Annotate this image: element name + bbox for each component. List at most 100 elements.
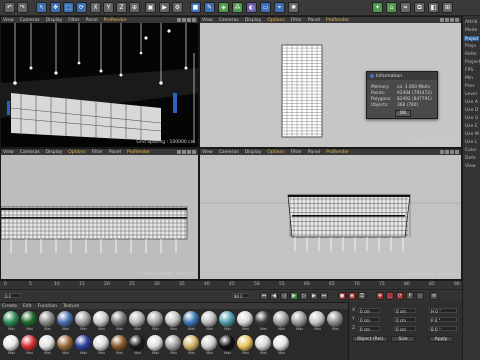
rotate-view-icon[interactable]: [187, 150, 191, 154]
viewport-menu-prorender[interactable]: ProRender: [326, 18, 349, 23]
rotate-icon[interactable]: ⟳: [76, 2, 87, 13]
material-swatch[interactable]: [273, 335, 289, 351]
material-swatch[interactable]: [219, 311, 235, 327]
move-view-icon[interactable]: [177, 150, 181, 154]
rotation-field[interactable]: P 0 °: [429, 317, 457, 323]
viewport-menu-panel[interactable]: Panel: [85, 18, 97, 23]
array-icon[interactable]: ⁂: [232, 2, 243, 13]
timeline-layout-button[interactable]: ≡: [430, 292, 438, 300]
rotation-field[interactable]: B 0 °: [429, 326, 457, 332]
viewport-navigation[interactable]: [440, 17, 459, 23]
viewport-menu-view[interactable]: View: [202, 18, 213, 23]
pla-key-button[interactable]: ⁘: [416, 292, 424, 300]
material-menu-edit[interactable]: Edit: [23, 304, 32, 309]
snap-icon[interactable]: ⌗: [400, 2, 411, 13]
apply-button[interactable]: Apply: [429, 336, 453, 342]
viewport-menu-prorender[interactable]: ProRender: [104, 18, 127, 23]
timeline-ruler[interactable]: 0 5 10 15 20 25 30 35 40 45 50 55 60 65 70 75 80 85 90: [0, 281, 462, 290]
move-icon[interactable]: ✥: [50, 2, 61, 13]
material-swatch[interactable]: [39, 335, 55, 351]
material-swatch[interactable]: [93, 335, 109, 351]
material-swatch[interactable]: [255, 311, 271, 327]
pen-icon[interactable]: ✎: [204, 2, 215, 13]
position-field[interactable]: 0 cm: [358, 326, 380, 332]
deformer-icon[interactable]: ◐: [246, 2, 257, 13]
redo-icon[interactable]: ↷: [17, 2, 28, 13]
prev-frame-button[interactable]: ◁: [280, 292, 288, 300]
autokey-button[interactable]: ◉: [348, 292, 356, 300]
rotation-key-button[interactable]: ⟳: [396, 292, 404, 300]
sculpt-icon[interactable]: ✦: [372, 2, 383, 13]
light-icon[interactable]: ✺: [288, 2, 299, 13]
rotate-view-icon[interactable]: [187, 18, 191, 22]
information-dialog[interactable]: Information Memory: ca. 3 000 Mbits Poin…: [366, 71, 438, 119]
material-swatch[interactable]: [219, 335, 235, 351]
material-swatch[interactable]: [21, 311, 37, 327]
render-settings-icon[interactable]: ⚙: [172, 2, 183, 13]
viewport-menu-cameras[interactable]: Cameras: [20, 18, 40, 23]
material-swatch[interactable]: [3, 311, 19, 327]
material-swatch[interactable]: [129, 311, 145, 327]
material-swatch[interactable]: [57, 311, 73, 327]
zoom-view-icon[interactable]: [445, 18, 449, 22]
current-frame-field[interactable]: 0 F: [3, 293, 21, 299]
viewport-menu-view[interactable]: View: [202, 150, 213, 155]
position-field[interactable]: 0 cm: [358, 317, 380, 323]
material-swatch[interactable]: [111, 335, 127, 351]
undo-icon[interactable]: ↶: [4, 2, 15, 13]
material-swatch[interactable]: [93, 311, 109, 327]
ok-button[interactable]: OK: [395, 110, 411, 117]
keyframe-selection-button[interactable]: ⚿: [358, 292, 366, 300]
dialog-title-bar[interactable]: Information: [367, 72, 437, 80]
live-select-icon[interactable]: ↖: [36, 2, 47, 13]
viewport-menu-filter[interactable]: Filter: [291, 18, 302, 23]
material-swatch[interactable]: [309, 311, 325, 327]
layout-icon[interactable]: ⌂: [386, 2, 397, 13]
material-swatch[interactable]: [183, 311, 199, 327]
world-axis-icon[interactable]: ⊕: [129, 2, 140, 13]
material-swatch[interactable]: [201, 335, 217, 351]
material-manager[interactable]: Create Edit Function Texture Mat Mat Mat Mat Ma…: [0, 302, 348, 360]
viewport-menu-display[interactable]: Display: [46, 150, 63, 155]
right-viewport[interactable]: View Cameras Display Options Filter Panel ProR…: [0, 148, 199, 280]
material-swatch[interactable]: [129, 335, 145, 351]
viewport-menu-prorender[interactable]: ProRender: [127, 150, 150, 155]
material-swatch[interactable]: [327, 311, 343, 327]
material-swatch[interactable]: [39, 311, 55, 327]
material-swatch[interactable]: [147, 335, 163, 351]
size-field[interactable]: 0 cm: [394, 326, 416, 332]
zoom-view-icon[interactable]: [445, 150, 449, 154]
next-frame-button[interactable]: ▷: [300, 292, 308, 300]
x-axis-icon[interactable]: X: [90, 2, 101, 13]
rotate-view-icon[interactable]: [450, 150, 454, 154]
grid-icon[interactable]: ⊞: [442, 2, 453, 13]
material-menu-create[interactable]: Create: [2, 304, 17, 309]
size-mode-dropdown[interactable]: Size: [391, 336, 415, 342]
material-swatch[interactable]: [75, 311, 91, 327]
project-tab[interactable]: Project: [464, 36, 479, 41]
viewport-menu-panel[interactable]: Panel: [308, 150, 320, 155]
go-to-start-button[interactable]: ⏮: [260, 292, 268, 300]
viewport-menu-prorender[interactable]: ProRender: [326, 150, 349, 155]
viewport-menu-panel[interactable]: Panel: [308, 18, 320, 23]
toggle-view-icon[interactable]: [455, 18, 459, 22]
material-swatch[interactable]: [273, 311, 289, 327]
viewport-menu-options[interactable]: Options: [267, 18, 284, 23]
material-swatch[interactable]: [75, 335, 91, 351]
toggle-view-icon[interactable]: [192, 18, 196, 22]
rotate-view-icon[interactable]: [450, 18, 454, 22]
viewport-menu-cameras[interactable]: Cameras: [219, 150, 239, 155]
material-swatch[interactable]: [111, 311, 127, 327]
go-to-end-button[interactable]: ⏭: [320, 292, 328, 300]
viewport-menu-display[interactable]: Display: [245, 150, 262, 155]
move-view-icon[interactable]: [440, 18, 444, 22]
coordinates-manager[interactable]: X0 cm 0 cm H 0 ° Y 0 cm 0 cm P 0 ° Z 0 cm 0 cm B 0…: [348, 302, 462, 360]
camera-icon[interactable]: ⌖: [274, 2, 285, 13]
material-swatch[interactable]: [237, 311, 253, 327]
front-viewport[interactable]: View Cameras Display Options Filter Panel ProR…: [199, 148, 462, 280]
material-swatch[interactable]: [255, 335, 271, 351]
layer-icon[interactable]: ◧: [428, 2, 439, 13]
timeline[interactable]: 0 5 10 15 20 25 30 35 40 45 50 55 60 65 70 75 80 85 90 0 F…: [0, 280, 462, 302]
viewport-menu-display[interactable]: Display: [245, 18, 262, 23]
viewport-menu-cameras[interactable]: Cameras: [20, 150, 40, 155]
